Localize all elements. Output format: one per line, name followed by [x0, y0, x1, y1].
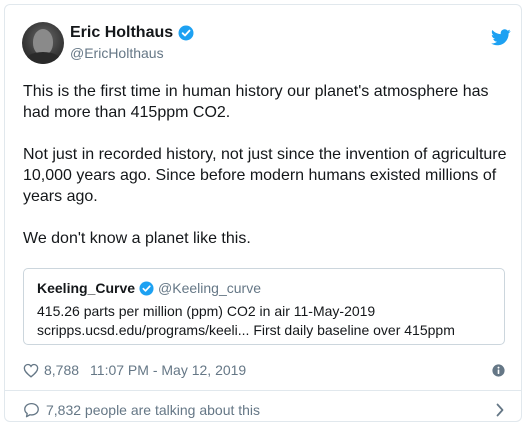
tweet-paragraph: We don't know a planet like this. — [23, 230, 251, 247]
quoted-tweet-line: 415.26 parts per million (ppm) CO2 in ai… — [37, 303, 376, 319]
verified-badge-icon — [139, 280, 154, 296]
talking-about-count[interactable]: 7,832 people are talking about this — [46, 402, 260, 418]
info-icon[interactable] — [492, 364, 505, 377]
quoted-author-name: Keeling_Curve — [37, 280, 136, 296]
conversation-footer[interactable]: 7,832 people are talking about this — [23, 402, 505, 418]
avatar-shoulders — [24, 52, 62, 64]
author-name-row[interactable]: Eric Holthaus — [70, 24, 194, 42]
twitter-bird-icon[interactable] — [491, 29, 511, 51]
quoted-tweet-text: 415.26 parts per million (ppm) CO2 in ai… — [37, 302, 497, 340]
verified-badge-icon — [178, 25, 194, 41]
tweet-card: Eric Holthaus @EricHolthaus This is the … — [4, 4, 522, 422]
comment-icon — [23, 402, 40, 418]
author-handle[interactable]: @EricHolthaus — [70, 45, 164, 61]
quoted-tweet-line: scripps.ucsd.edu/programs/keeli... First… — [37, 322, 455, 338]
quoted-tweet-header: Keeling_Curve @Keeling_curve — [37, 280, 261, 296]
author-display-name[interactable]: Eric Holthaus — [70, 24, 173, 42]
chevron-right-icon[interactable] — [495, 403, 505, 417]
quoted-tweet[interactable]: Keeling_Curve @Keeling_curve 415.26 part… — [23, 268, 505, 345]
heart-icon[interactable] — [23, 363, 39, 378]
tweet-timestamp[interactable]: 11:07 PM - May 12, 2019 — [90, 362, 246, 378]
tweet-paragraph: This is the first time in human history … — [23, 83, 489, 121]
tweet-paragraph: Not just in recorded history, not just s… — [23, 146, 507, 205]
tweet-meta: 8,788 11:07 PM - May 12, 2019 — [23, 362, 505, 378]
footer-divider — [5, 390, 521, 391]
like-count[interactable]: 8,788 — [44, 362, 79, 378]
avatar[interactable] — [22, 22, 64, 64]
tweet-text: This is the first time in human history … — [23, 81, 507, 270]
quoted-author-handle: @Keeling_curve — [158, 280, 261, 296]
